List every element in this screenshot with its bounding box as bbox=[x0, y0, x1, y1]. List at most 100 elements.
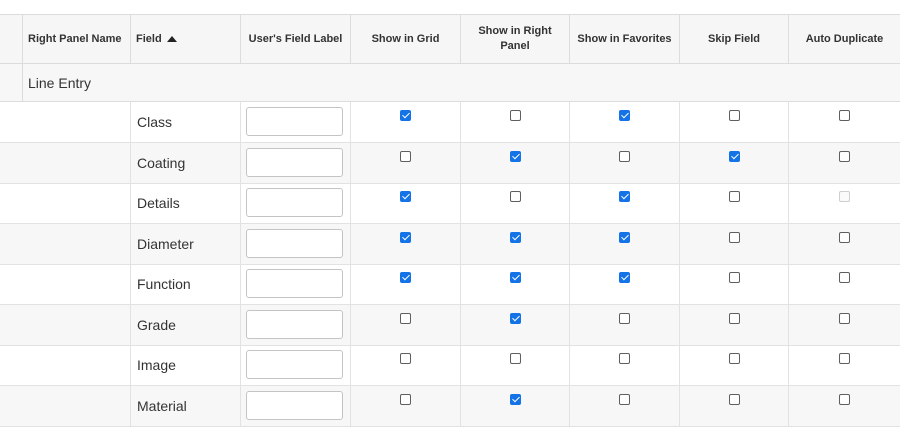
header-show-in-favorites-label: Show in Favorites bbox=[577, 32, 672, 45]
users-field-label-input[interactable] bbox=[246, 390, 343, 420]
skip-field-checkbox[interactable] bbox=[728, 191, 740, 202]
table-row: Image bbox=[0, 345, 900, 386]
skip-field-cell bbox=[679, 385, 788, 426]
right-panel-name-cell bbox=[22, 224, 130, 264]
show-in-grid-checkbox[interactable] bbox=[400, 353, 411, 364]
users-field-label-input[interactable] bbox=[246, 188, 343, 217]
show-in-favorites-checkbox[interactable] bbox=[619, 110, 630, 121]
show-in-right-panel-checkbox[interactable] bbox=[509, 191, 521, 202]
show-in-grid-checkbox[interactable] bbox=[400, 110, 411, 121]
auto-duplicate-checkbox[interactable] bbox=[839, 231, 850, 243]
users-field-label-cell bbox=[240, 102, 350, 142]
show-in-grid-cell bbox=[350, 304, 460, 345]
field-name-cell: Function bbox=[130, 264, 240, 304]
auto-duplicate-cell bbox=[788, 183, 900, 223]
right-panel-name-cell bbox=[22, 102, 130, 142]
show-in-grid-cell bbox=[350, 102, 460, 142]
show-in-right-panel-checkbox[interactable] bbox=[509, 231, 521, 243]
field-name-cell: Image bbox=[130, 345, 240, 385]
show-in-right-panel-cell bbox=[460, 223, 569, 264]
header-users-field-label-text: User's Field Label bbox=[248, 32, 343, 45]
show-in-right-panel-cell bbox=[460, 183, 569, 223]
show-in-grid-cell bbox=[350, 223, 460, 264]
field-name-cell: Diameter bbox=[130, 223, 240, 264]
field-name-cell: Material bbox=[130, 385, 240, 426]
skip-field-checkbox[interactable] bbox=[728, 150, 740, 162]
skip-field-checkbox[interactable] bbox=[728, 353, 740, 364]
show-in-right-panel-cell bbox=[460, 345, 569, 385]
show-in-favorites-cell bbox=[569, 304, 679, 345]
users-field-label-input[interactable] bbox=[246, 228, 343, 258]
users-field-label-cell bbox=[240, 345, 350, 385]
skip-field-checkbox[interactable] bbox=[728, 393, 740, 405]
show-in-right-panel-checkbox[interactable] bbox=[509, 110, 521, 121]
show-in-grid-checkbox[interactable] bbox=[400, 231, 411, 243]
show-in-grid-checkbox[interactable] bbox=[400, 393, 411, 405]
show-in-grid-cell bbox=[350, 345, 460, 385]
auto-duplicate-cell bbox=[788, 264, 900, 304]
auto-duplicate-checkbox[interactable] bbox=[839, 312, 850, 324]
show-in-right-panel-checkbox[interactable] bbox=[509, 312, 521, 324]
skip-field-checkbox[interactable] bbox=[728, 312, 740, 324]
auto-duplicate-cell bbox=[788, 223, 900, 264]
show-in-grid-checkbox[interactable] bbox=[400, 191, 411, 202]
skip-field-cell bbox=[679, 223, 788, 264]
skip-field-cell bbox=[679, 102, 788, 142]
table-row: Grade bbox=[0, 304, 900, 346]
skip-field-checkbox[interactable] bbox=[728, 272, 740, 283]
show-in-favorites-checkbox[interactable] bbox=[619, 150, 630, 162]
auto-duplicate-cell bbox=[788, 142, 900, 183]
show-in-favorites-checkbox[interactable] bbox=[619, 312, 630, 324]
show-in-favorites-checkbox[interactable] bbox=[619, 191, 630, 202]
table-row: Class bbox=[0, 102, 900, 143]
header-auto-duplicate[interactable]: Auto Duplicate bbox=[788, 15, 900, 63]
table-row: Material bbox=[0, 385, 900, 427]
users-field-label-cell bbox=[240, 142, 350, 183]
show-in-right-panel-cell bbox=[460, 304, 569, 345]
skip-field-cell bbox=[679, 345, 788, 385]
table-row: Coating bbox=[0, 142, 900, 184]
table-row: Function bbox=[0, 264, 900, 305]
users-field-label-input[interactable] bbox=[246, 147, 343, 177]
auto-duplicate-cell bbox=[788, 385, 900, 426]
header-users-field-label[interactable]: User's Field Label bbox=[240, 15, 350, 63]
users-field-label-input[interactable] bbox=[246, 350, 343, 379]
auto-duplicate-cell bbox=[788, 102, 900, 142]
show-in-favorites-checkbox[interactable] bbox=[619, 231, 630, 243]
show-in-grid-checkbox[interactable] bbox=[400, 150, 411, 162]
show-in-right-panel-checkbox[interactable] bbox=[509, 150, 521, 162]
skip-field-cell bbox=[679, 142, 788, 183]
header-show-in-grid[interactable]: Show in Grid bbox=[350, 15, 460, 63]
table-header-row: Right Panel Name Field User's Field Labe… bbox=[0, 14, 900, 64]
field-name-cell: Coating bbox=[130, 142, 240, 183]
header-field[interactable]: Field bbox=[130, 15, 240, 63]
auto-duplicate-checkbox[interactable] bbox=[839, 393, 850, 405]
show-in-right-panel-checkbox[interactable] bbox=[509, 353, 521, 364]
users-field-label-cell bbox=[240, 183, 350, 223]
show-in-favorites-cell bbox=[569, 183, 679, 223]
auto-duplicate-checkbox[interactable] bbox=[839, 150, 850, 162]
table-row: Details bbox=[0, 183, 900, 224]
show-in-favorites-cell bbox=[569, 345, 679, 385]
show-in-favorites-checkbox[interactable] bbox=[619, 393, 630, 405]
show-in-grid-checkbox[interactable] bbox=[400, 312, 411, 324]
show-in-favorites-checkbox[interactable] bbox=[619, 272, 630, 283]
show-in-favorites-checkbox[interactable] bbox=[619, 353, 630, 364]
skip-field-checkbox[interactable] bbox=[728, 110, 740, 121]
users-field-label-input[interactable] bbox=[246, 269, 343, 298]
show-in-right-panel-checkbox[interactable] bbox=[509, 272, 521, 283]
right-panel-name-cell bbox=[22, 305, 130, 345]
auto-duplicate-checkbox[interactable] bbox=[839, 110, 850, 121]
header-show-in-favorites[interactable]: Show in Favorites bbox=[569, 15, 679, 63]
skip-field-checkbox[interactable] bbox=[728, 231, 740, 243]
header-skip-field[interactable]: Skip Field bbox=[679, 15, 788, 63]
users-field-label-input[interactable] bbox=[246, 107, 343, 136]
auto-duplicate-checkbox[interactable] bbox=[839, 272, 850, 283]
auto-duplicate-checkbox[interactable] bbox=[839, 353, 850, 364]
users-field-label-input[interactable] bbox=[246, 309, 343, 339]
header-show-in-right-panel[interactable]: Show in Right Panel bbox=[460, 15, 569, 63]
group-row: Line Entry bbox=[0, 64, 900, 102]
header-right-panel-name[interactable]: Right Panel Name bbox=[22, 15, 130, 63]
show-in-right-panel-checkbox[interactable] bbox=[509, 393, 521, 405]
show-in-grid-checkbox[interactable] bbox=[400, 272, 411, 283]
